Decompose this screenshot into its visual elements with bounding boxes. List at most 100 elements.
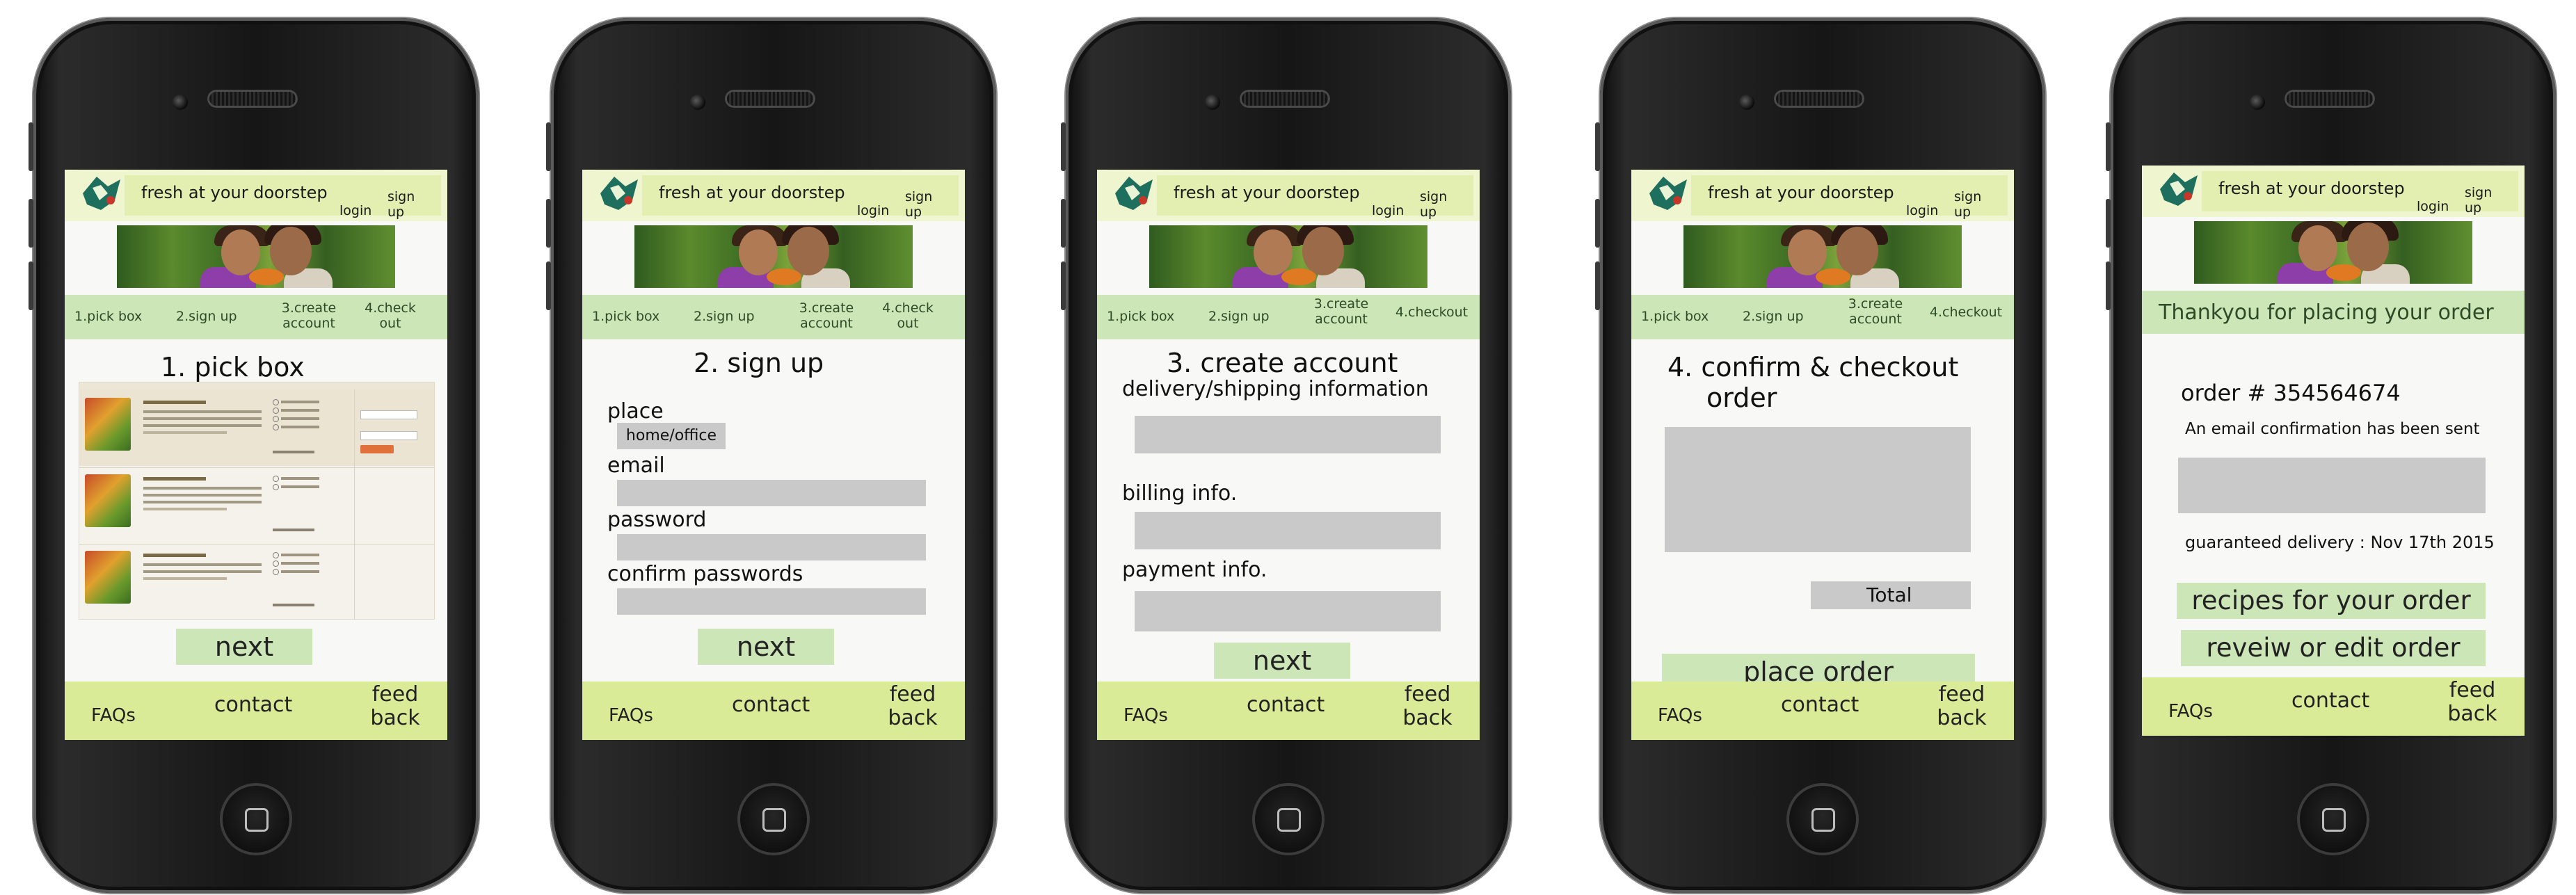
tagline: fresh at your doorstep bbox=[1174, 183, 1360, 202]
banner-photo bbox=[1683, 225, 1962, 288]
page-title: 1. pick box bbox=[161, 352, 305, 382]
logo-icon bbox=[2160, 172, 2198, 206]
step-sign-up[interactable]: 2.sign up bbox=[1208, 309, 1270, 324]
step-pick-box[interactable]: 1.pick box bbox=[1107, 309, 1174, 324]
footer: FAQs contact feed back bbox=[65, 682, 447, 740]
phone-create-account: fresh at your doorstep login sign up 1.p… bbox=[1061, 18, 1511, 893]
faqs-link[interactable]: FAQs bbox=[91, 705, 136, 726]
home-button[interactable] bbox=[220, 783, 292, 855]
phone-checkout: fresh at your doorstep login sign up 1.p… bbox=[1595, 18, 2045, 893]
header: fresh at your doorstep login sign up bbox=[582, 170, 965, 221]
contact-link[interactable]: contact bbox=[1247, 693, 1325, 717]
step-sign-up[interactable]: 2.sign up bbox=[1743, 309, 1804, 324]
delivery-field[interactable] bbox=[1135, 416, 1441, 453]
screen-pick-box: fresh at your doorstep login sign up 1.p… bbox=[65, 170, 447, 740]
speaker-grille bbox=[2285, 90, 2375, 108]
place-select[interactable]: home/office bbox=[617, 423, 726, 449]
feedback-link[interactable]: feed back bbox=[1930, 683, 1993, 730]
step-checkout[interactable]: 4.checkout bbox=[1921, 305, 2011, 320]
step-nav: 1.pick box 2.sign up 3.create account 4.… bbox=[1097, 295, 1480, 339]
home-button[interactable] bbox=[2297, 783, 2369, 855]
tagline: fresh at your doorstep bbox=[1708, 183, 1894, 202]
contact-link[interactable]: contact bbox=[1781, 693, 1859, 717]
thank-you-banner: Thankyou for placing your order bbox=[2142, 291, 2525, 334]
signup-link[interactable]: sign up bbox=[1420, 189, 1450, 220]
step-pick-box[interactable]: 1.pick box bbox=[74, 309, 142, 324]
screen-checkout: fresh at your doorstep login sign up 1.p… bbox=[1631, 170, 2014, 740]
step-sign-up[interactable]: 2.sign up bbox=[176, 309, 237, 324]
contact-link[interactable]: contact bbox=[2291, 688, 2369, 713]
home-button[interactable] bbox=[1786, 783, 1859, 855]
continue-button[interactable] bbox=[360, 445, 394, 453]
recipes-button[interactable]: recipes for your order bbox=[2177, 583, 2486, 619]
order-summary bbox=[1665, 427, 1971, 552]
step-create-account[interactable]: 3.create account bbox=[271, 300, 347, 331]
confirm-password-field[interactable] bbox=[617, 588, 926, 615]
step-create-account[interactable]: 3.create account bbox=[788, 300, 865, 331]
banner-photo bbox=[2194, 221, 2472, 284]
signup-link[interactable]: sign up bbox=[1954, 189, 1985, 220]
step-sign-up[interactable]: 2.sign up bbox=[694, 309, 755, 324]
signup-link[interactable]: sign up bbox=[905, 189, 936, 220]
faqs-link[interactable]: FAQs bbox=[1123, 705, 1168, 726]
box-selection-panel[interactable] bbox=[79, 382, 435, 620]
order-number: order # 354564674 bbox=[2181, 380, 2401, 406]
camera-icon bbox=[1739, 95, 1754, 110]
place-label: place bbox=[607, 399, 664, 424]
feedback-link[interactable]: feed back bbox=[881, 683, 944, 730]
home-button[interactable] bbox=[1252, 783, 1325, 855]
screen-create-account: fresh at your doorstep login sign up 1.p… bbox=[1097, 170, 1480, 740]
login-link[interactable]: login bbox=[339, 203, 371, 218]
next-button[interactable]: next bbox=[698, 629, 834, 665]
billing-field[interactable] bbox=[1135, 512, 1441, 549]
email-confirmation-text: An email confirmation has been sent bbox=[2185, 420, 2480, 438]
step-checkout[interactable]: 4.checkout bbox=[1386, 305, 1477, 320]
password-field[interactable] bbox=[617, 534, 926, 561]
speaker-grille bbox=[1774, 90, 1864, 108]
product-thumb[interactable] bbox=[85, 398, 131, 451]
banner-photo bbox=[634, 225, 913, 288]
signup-link[interactable]: sign up bbox=[2465, 185, 2495, 216]
tagline: fresh at your doorstep bbox=[141, 183, 328, 202]
review-order-button[interactable]: reveiw or edit order bbox=[2181, 630, 2486, 666]
logo-icon bbox=[600, 177, 638, 210]
login-link[interactable]: login bbox=[857, 203, 889, 218]
step-pick-box[interactable]: 1.pick box bbox=[1641, 309, 1709, 324]
logo-icon bbox=[1649, 177, 1687, 210]
faqs-link[interactable]: FAQs bbox=[609, 705, 653, 726]
speaker-grille bbox=[1240, 90, 1330, 108]
feedback-link[interactable]: feed back bbox=[364, 683, 426, 730]
step-check-out[interactable]: 4.check out bbox=[355, 300, 425, 331]
total-box: Total bbox=[1811, 581, 1971, 609]
camera-icon bbox=[690, 95, 705, 110]
phone-pick-box: fresh at your doorstep login sign up 1.p… bbox=[29, 18, 479, 893]
feedback-link[interactable]: feed back bbox=[1396, 683, 1459, 730]
product-thumb[interactable] bbox=[85, 551, 131, 604]
signup-link[interactable]: sign up bbox=[387, 189, 418, 220]
screen-confirmation: fresh at your doorstep login sign up Tha… bbox=[2142, 166, 2525, 736]
logo-icon bbox=[83, 177, 120, 210]
next-button[interactable]: next bbox=[176, 629, 312, 665]
step-pick-box[interactable]: 1.pick box bbox=[592, 309, 659, 324]
feedback-link[interactable]: feed back bbox=[2441, 679, 2504, 726]
footer: FAQs contact feed back bbox=[582, 682, 965, 740]
step-create-account[interactable]: 3.create account bbox=[1837, 296, 1914, 327]
email-field[interactable] bbox=[617, 480, 926, 506]
step-create-account[interactable]: 3.create account bbox=[1303, 296, 1379, 327]
next-button[interactable]: next bbox=[1214, 643, 1350, 679]
payment-field[interactable] bbox=[1135, 591, 1441, 631]
step-nav: 1.pick box 2.sign up 3.create account 4.… bbox=[1631, 295, 2014, 339]
contact-link[interactable]: contact bbox=[214, 693, 292, 717]
password-label: password bbox=[607, 508, 707, 532]
login-link[interactable]: login bbox=[2417, 199, 2449, 214]
faqs-link[interactable]: FAQs bbox=[1658, 705, 1702, 726]
footer: FAQs contact feed back bbox=[2142, 677, 2525, 736]
step-check-out[interactable]: 4.check out bbox=[873, 300, 943, 331]
login-link[interactable]: login bbox=[1372, 203, 1404, 218]
login-link[interactable]: login bbox=[1906, 203, 1938, 218]
camera-icon bbox=[173, 95, 188, 110]
contact-link[interactable]: contact bbox=[732, 693, 810, 717]
product-thumb[interactable] bbox=[85, 474, 131, 527]
faqs-link[interactable]: FAQs bbox=[2168, 701, 2213, 722]
home-button[interactable] bbox=[737, 783, 810, 855]
